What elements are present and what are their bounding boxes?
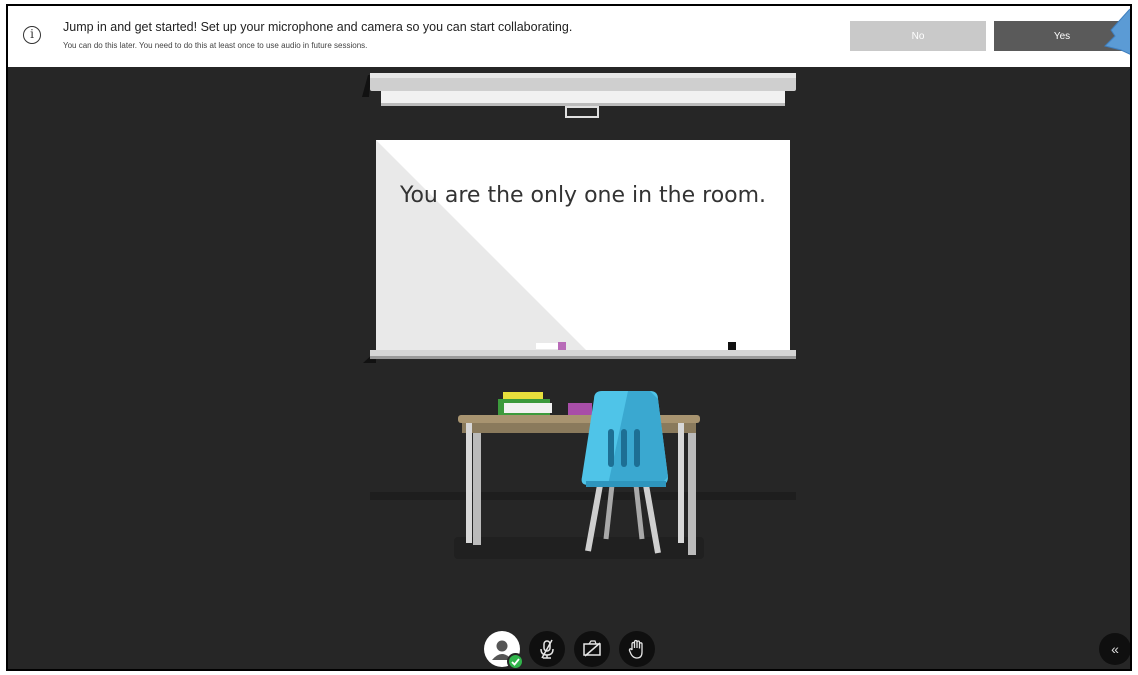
- checkmark-icon: [511, 658, 520, 666]
- whiteboard: [363, 140, 796, 363]
- camera-button[interactable]: [574, 631, 610, 667]
- projector-screen-roll: [362, 73, 796, 118]
- classroom-scene: You are the only one in the room.: [8, 67, 1130, 669]
- empty-room-message: You are the only one in the room.: [399, 183, 767, 208]
- microphone-muted-icon: [540, 639, 554, 659]
- setup-notification-bar: i Jump in and get started! Set up your m…: [8, 6, 1130, 67]
- open-panel-button[interactable]: «: [1099, 633, 1130, 665]
- camera-off-icon: [583, 640, 601, 657]
- classroom-illustration: [362, 73, 796, 559]
- notification-sub-message: You can do this later. You need to do th…: [63, 41, 368, 50]
- status-ready-badge: [507, 653, 524, 669]
- floor-line: [370, 492, 796, 500]
- raise-hand-button[interactable]: [619, 631, 655, 667]
- notification-message: Jump in and get started! Set up your mic…: [63, 20, 573, 34]
- chair: [581, 391, 668, 554]
- raise-hand-icon: [628, 639, 643, 659]
- microphone-button[interactable]: [529, 631, 565, 667]
- no-button[interactable]: No: [850, 21, 986, 51]
- double-chevron-left-icon: «: [1111, 641, 1119, 657]
- collaborate-room: i Jump in and get started! Set up your m…: [6, 4, 1132, 671]
- my-status-button[interactable]: [484, 631, 524, 669]
- session-controls: [484, 631, 655, 669]
- desk-shadow: [454, 537, 704, 559]
- pointer-arrow-annotation: [1104, 8, 1130, 55]
- info-icon: i: [23, 26, 41, 44]
